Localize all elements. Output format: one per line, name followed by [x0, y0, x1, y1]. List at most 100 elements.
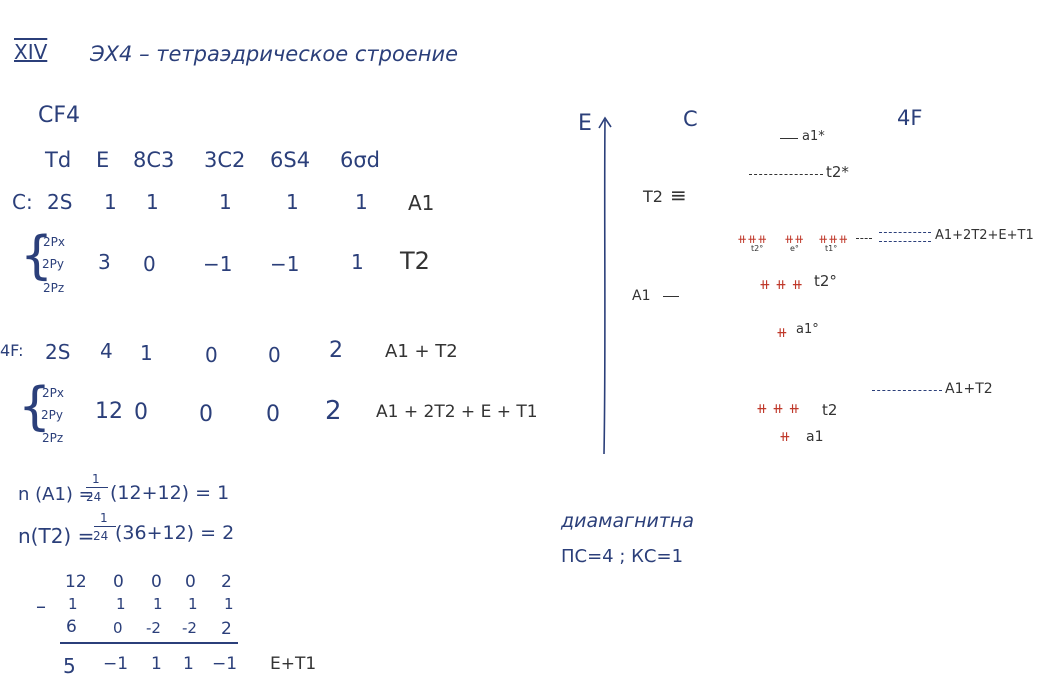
cell: 0: [113, 572, 124, 592]
cell: 2: [221, 572, 232, 592]
mo-label-t2: t2: [822, 401, 838, 419]
column-header-4f: 4F: [897, 106, 923, 130]
cell: 1: [224, 595, 234, 613]
electron-pairs-icon: ⧺ ⧺ ⧺: [759, 277, 804, 293]
cell: 1: [68, 595, 78, 613]
f-level-label-lower: A1+T2: [945, 381, 993, 397]
cell: 0: [266, 402, 280, 427]
cell: 4: [100, 339, 113, 363]
mo-label-a1-zero: a1°: [796, 322, 819, 337]
bond-count-conclusion: ПС=4 ; КС=1: [561, 546, 684, 567]
level-line: [663, 296, 679, 297]
orbital-2py: 2Py: [42, 257, 64, 271]
header-6s4: 6S4: [270, 148, 311, 172]
cell: −1: [103, 654, 129, 674]
header-e: E: [96, 148, 110, 172]
cell: -2: [182, 619, 197, 637]
minus-sign: –: [36, 594, 46, 618]
cell: 1: [104, 190, 117, 214]
cell: 0: [268, 343, 281, 367]
cell: 0: [113, 619, 123, 637]
energy-axis-label: E: [578, 111, 592, 136]
cell: 0: [143, 252, 156, 276]
mo-label-t2-zero-small: t2°: [751, 244, 764, 253]
cell: 2: [325, 396, 342, 426]
fraction-numerator: 1: [100, 511, 108, 525]
cell: 0: [199, 402, 213, 427]
fraction-numerator: 1: [92, 472, 100, 486]
cell: 2: [221, 619, 232, 639]
mo-label-a1-star: a1*: [802, 129, 825, 144]
row-label-4f: 4F:: [0, 341, 24, 360]
fraction-denominator: 24: [86, 490, 102, 504]
electron-pairs-icon: ⧺ ⧺ ⧺: [756, 401, 801, 417]
orbital-2px: 2Px: [42, 386, 64, 400]
fraction-bar: [86, 487, 108, 488]
cell: 12: [65, 572, 87, 592]
electron-pair-icon: ⧺: [779, 429, 791, 445]
level-label-t2: T2: [643, 187, 663, 206]
level-line: [780, 138, 798, 139]
irrep-label: A1 + 2T2 + E + T1: [376, 402, 538, 422]
row-orbital-f-2s: 2S: [45, 340, 71, 364]
level-lines-dashed: [749, 174, 823, 175]
header-3c2: 3C2: [204, 148, 246, 172]
header-8c3: 8C3: [133, 148, 175, 172]
cell: −1: [212, 654, 238, 674]
irrep-label: T2: [400, 247, 430, 275]
mo-label-t1-zero-small: t1°: [825, 244, 838, 253]
molecule-label: CF4: [38, 103, 81, 128]
cell: −1: [203, 252, 233, 276]
orbital-2py: 2Py: [41, 408, 63, 422]
cell: 1: [188, 595, 198, 613]
formula-lhs: n (A1) =: [18, 484, 94, 505]
orbital-2px: 2Px: [43, 235, 65, 249]
irrep-label: A1 + T2: [385, 341, 458, 362]
column-header-c: C: [683, 107, 698, 131]
connector-dashes: [856, 238, 872, 239]
cell: 0: [205, 343, 218, 367]
energy-axis-arrow: [598, 116, 612, 455]
triple-level-icon: ≡: [670, 183, 687, 207]
orbital-2pz: 2Pz: [42, 431, 64, 445]
electron-pair-icon: ⧺: [776, 325, 788, 341]
cell: 1: [219, 190, 232, 214]
cell: 1: [153, 595, 163, 613]
cell: −1: [270, 252, 300, 276]
page-title: ЭХ4 – тетраэдрическое строение: [90, 42, 459, 66]
cell: 1: [355, 190, 368, 214]
fraction-bar: [94, 526, 116, 527]
formula-rhs: (36+12) = 2: [115, 522, 235, 544]
cell: 0: [151, 572, 162, 592]
cell: 1: [116, 595, 126, 613]
f-level-label-upper: A1+2T2+E+T1: [935, 228, 1034, 243]
cell: 3: [98, 250, 111, 274]
orbital-2pz: 2Pz: [43, 281, 65, 295]
level-label-a1: A1: [632, 288, 651, 304]
formula-lhs: n(T2) =: [18, 524, 95, 548]
cell: 0: [134, 400, 148, 425]
cell: 1: [140, 341, 153, 365]
f-levels-blue: [879, 232, 931, 242]
mo-label-a1: a1: [806, 429, 824, 445]
sum-line: [60, 642, 238, 644]
cell: 1: [286, 190, 299, 214]
irrep-label: A1: [408, 191, 435, 215]
cell: 1: [151, 654, 162, 674]
cell: 6: [66, 617, 77, 637]
connector-dashes: [872, 390, 942, 391]
cell: 0: [185, 572, 196, 592]
cell: 2: [329, 338, 343, 363]
cell: 1: [183, 654, 194, 674]
header-6sigma: 6σd: [340, 148, 381, 172]
result-irrep: E+T1: [270, 654, 317, 674]
row-label-c: C:: [12, 190, 33, 214]
mo-label-e-zero-small: e°: [790, 244, 799, 253]
cell: 1: [351, 250, 364, 274]
formula-rhs: (12+12) = 1: [110, 482, 230, 504]
roman-numeral: XIV: [14, 40, 48, 64]
row-orbital-c-2s: 2S: [47, 190, 73, 214]
cell: 12: [95, 399, 123, 424]
magnetism-conclusion: диамагнитна: [561, 510, 694, 532]
mo-label-t2-star: t2*: [826, 163, 849, 181]
